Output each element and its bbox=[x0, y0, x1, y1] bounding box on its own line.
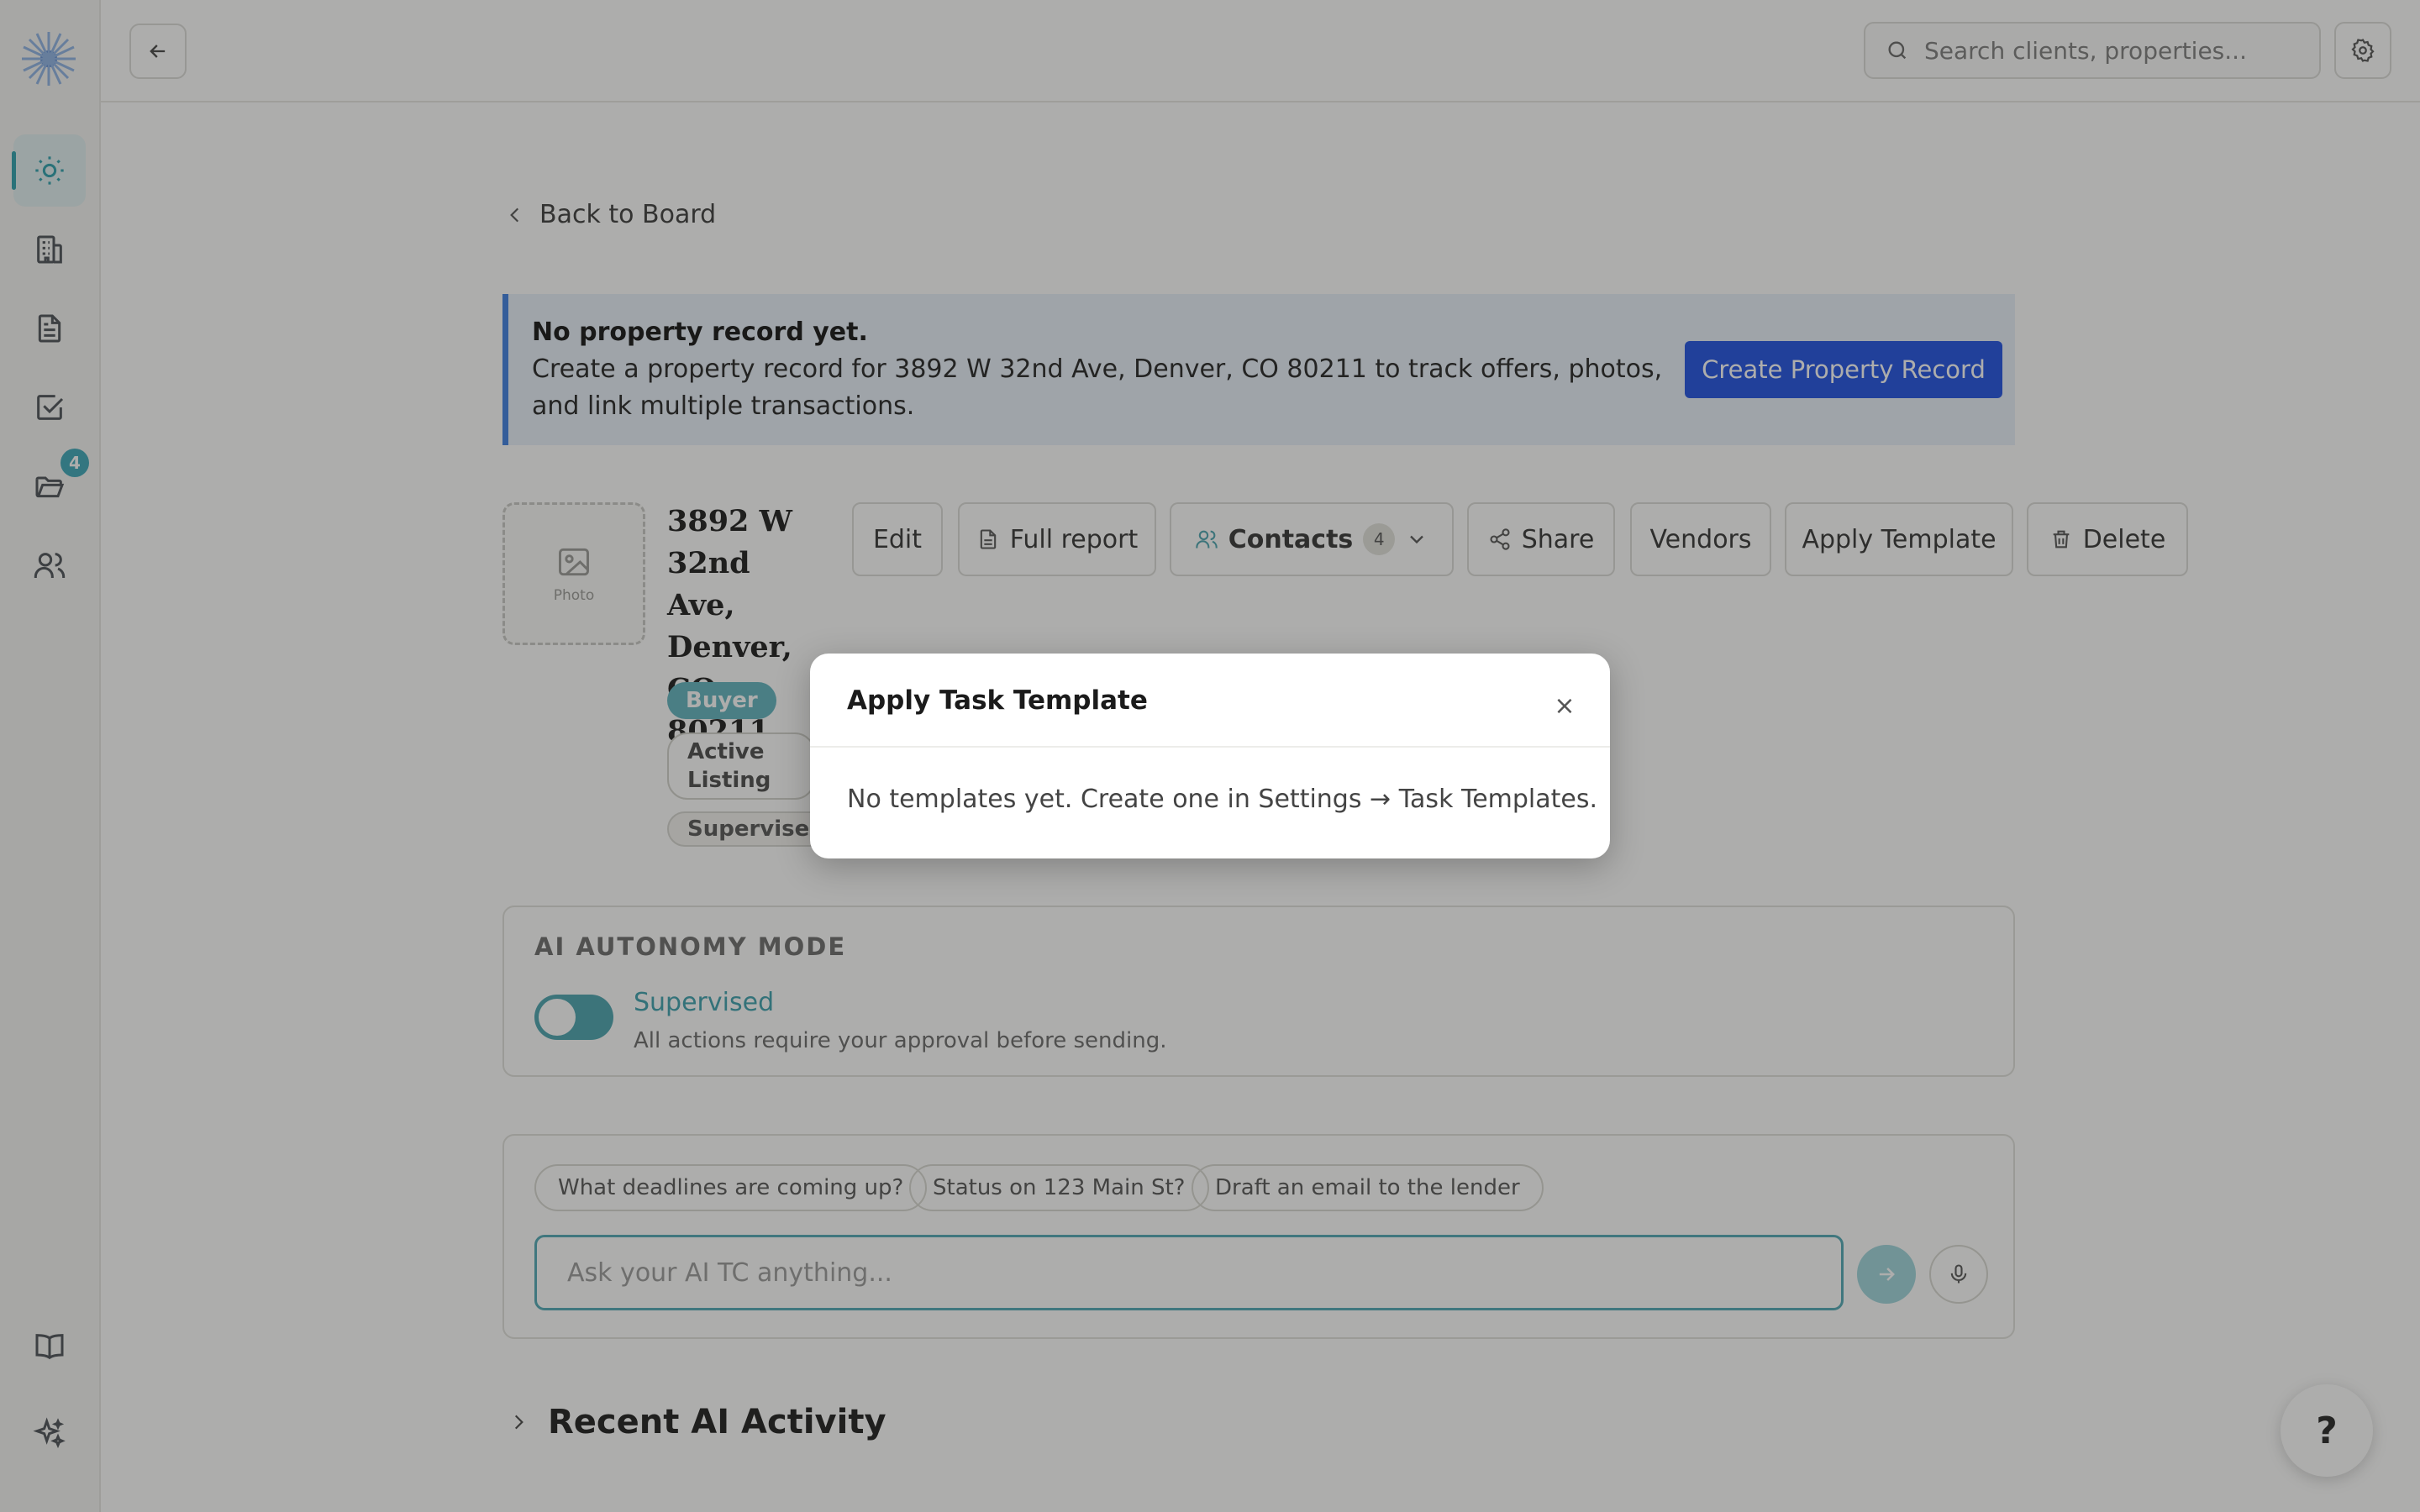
modal-body-text: No templates yet. Create one in Settings… bbox=[847, 785, 1598, 814]
close-icon[interactable]: × bbox=[1549, 690, 1580, 721]
app-root: 4 Back to Board No property re bbox=[0, 0, 2420, 1512]
modal-title: Apply Task Template bbox=[847, 685, 1148, 716]
modal-divider bbox=[810, 746, 1610, 748]
apply-task-template-modal: Apply Task Template × No templates yet. … bbox=[810, 654, 1610, 858]
